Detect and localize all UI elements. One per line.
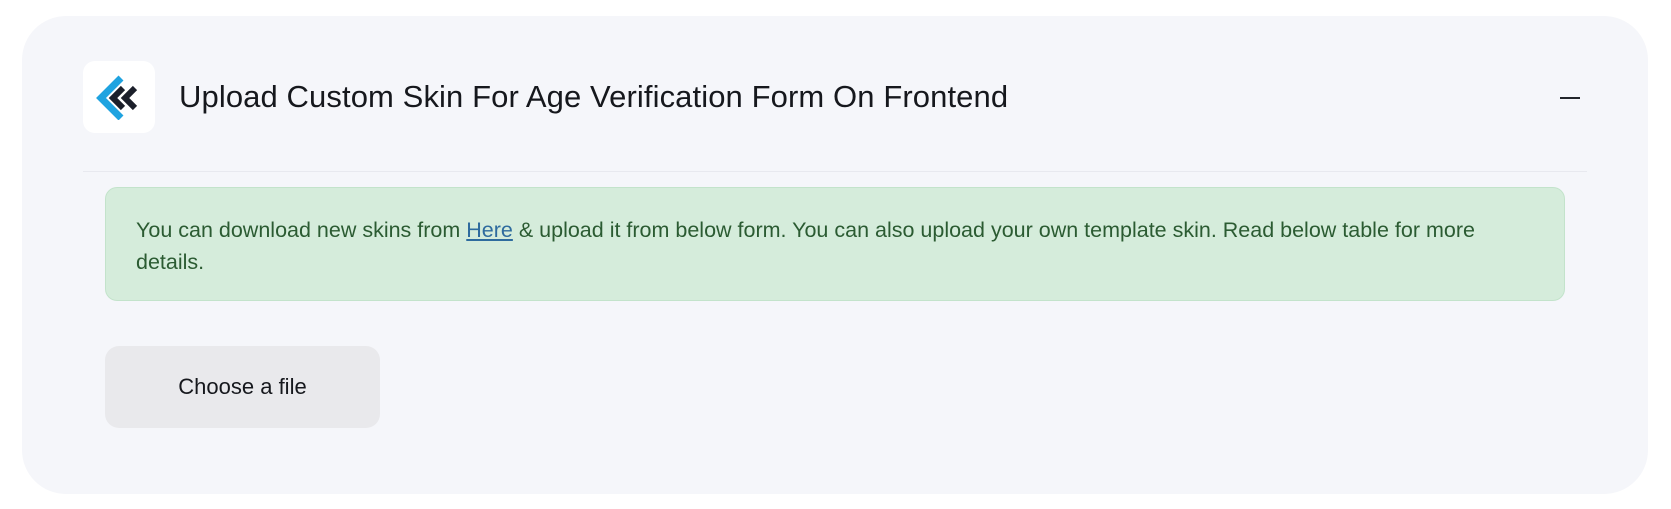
- logo-container: [83, 61, 155, 133]
- choose-file-button[interactable]: Choose a file: [105, 346, 380, 428]
- download-skins-link[interactable]: Here: [466, 218, 513, 242]
- settings-card: Upload Custom Skin For Age Verification …: [22, 16, 1648, 494]
- section-title: Upload Custom Skin For Age Verification …: [179, 79, 1009, 114]
- brand-logo-icon: [96, 75, 138, 120]
- collapse-button[interactable]: [1553, 81, 1587, 115]
- minus-icon: [1560, 97, 1580, 99]
- card-header: Upload Custom Skin For Age Verification …: [83, 61, 1587, 172]
- notice-text-start: You can download new skins from: [136, 218, 467, 242]
- info-notice: You can download new skins from Here & u…: [105, 187, 1565, 301]
- choose-file-label: Choose a file: [178, 374, 307, 399]
